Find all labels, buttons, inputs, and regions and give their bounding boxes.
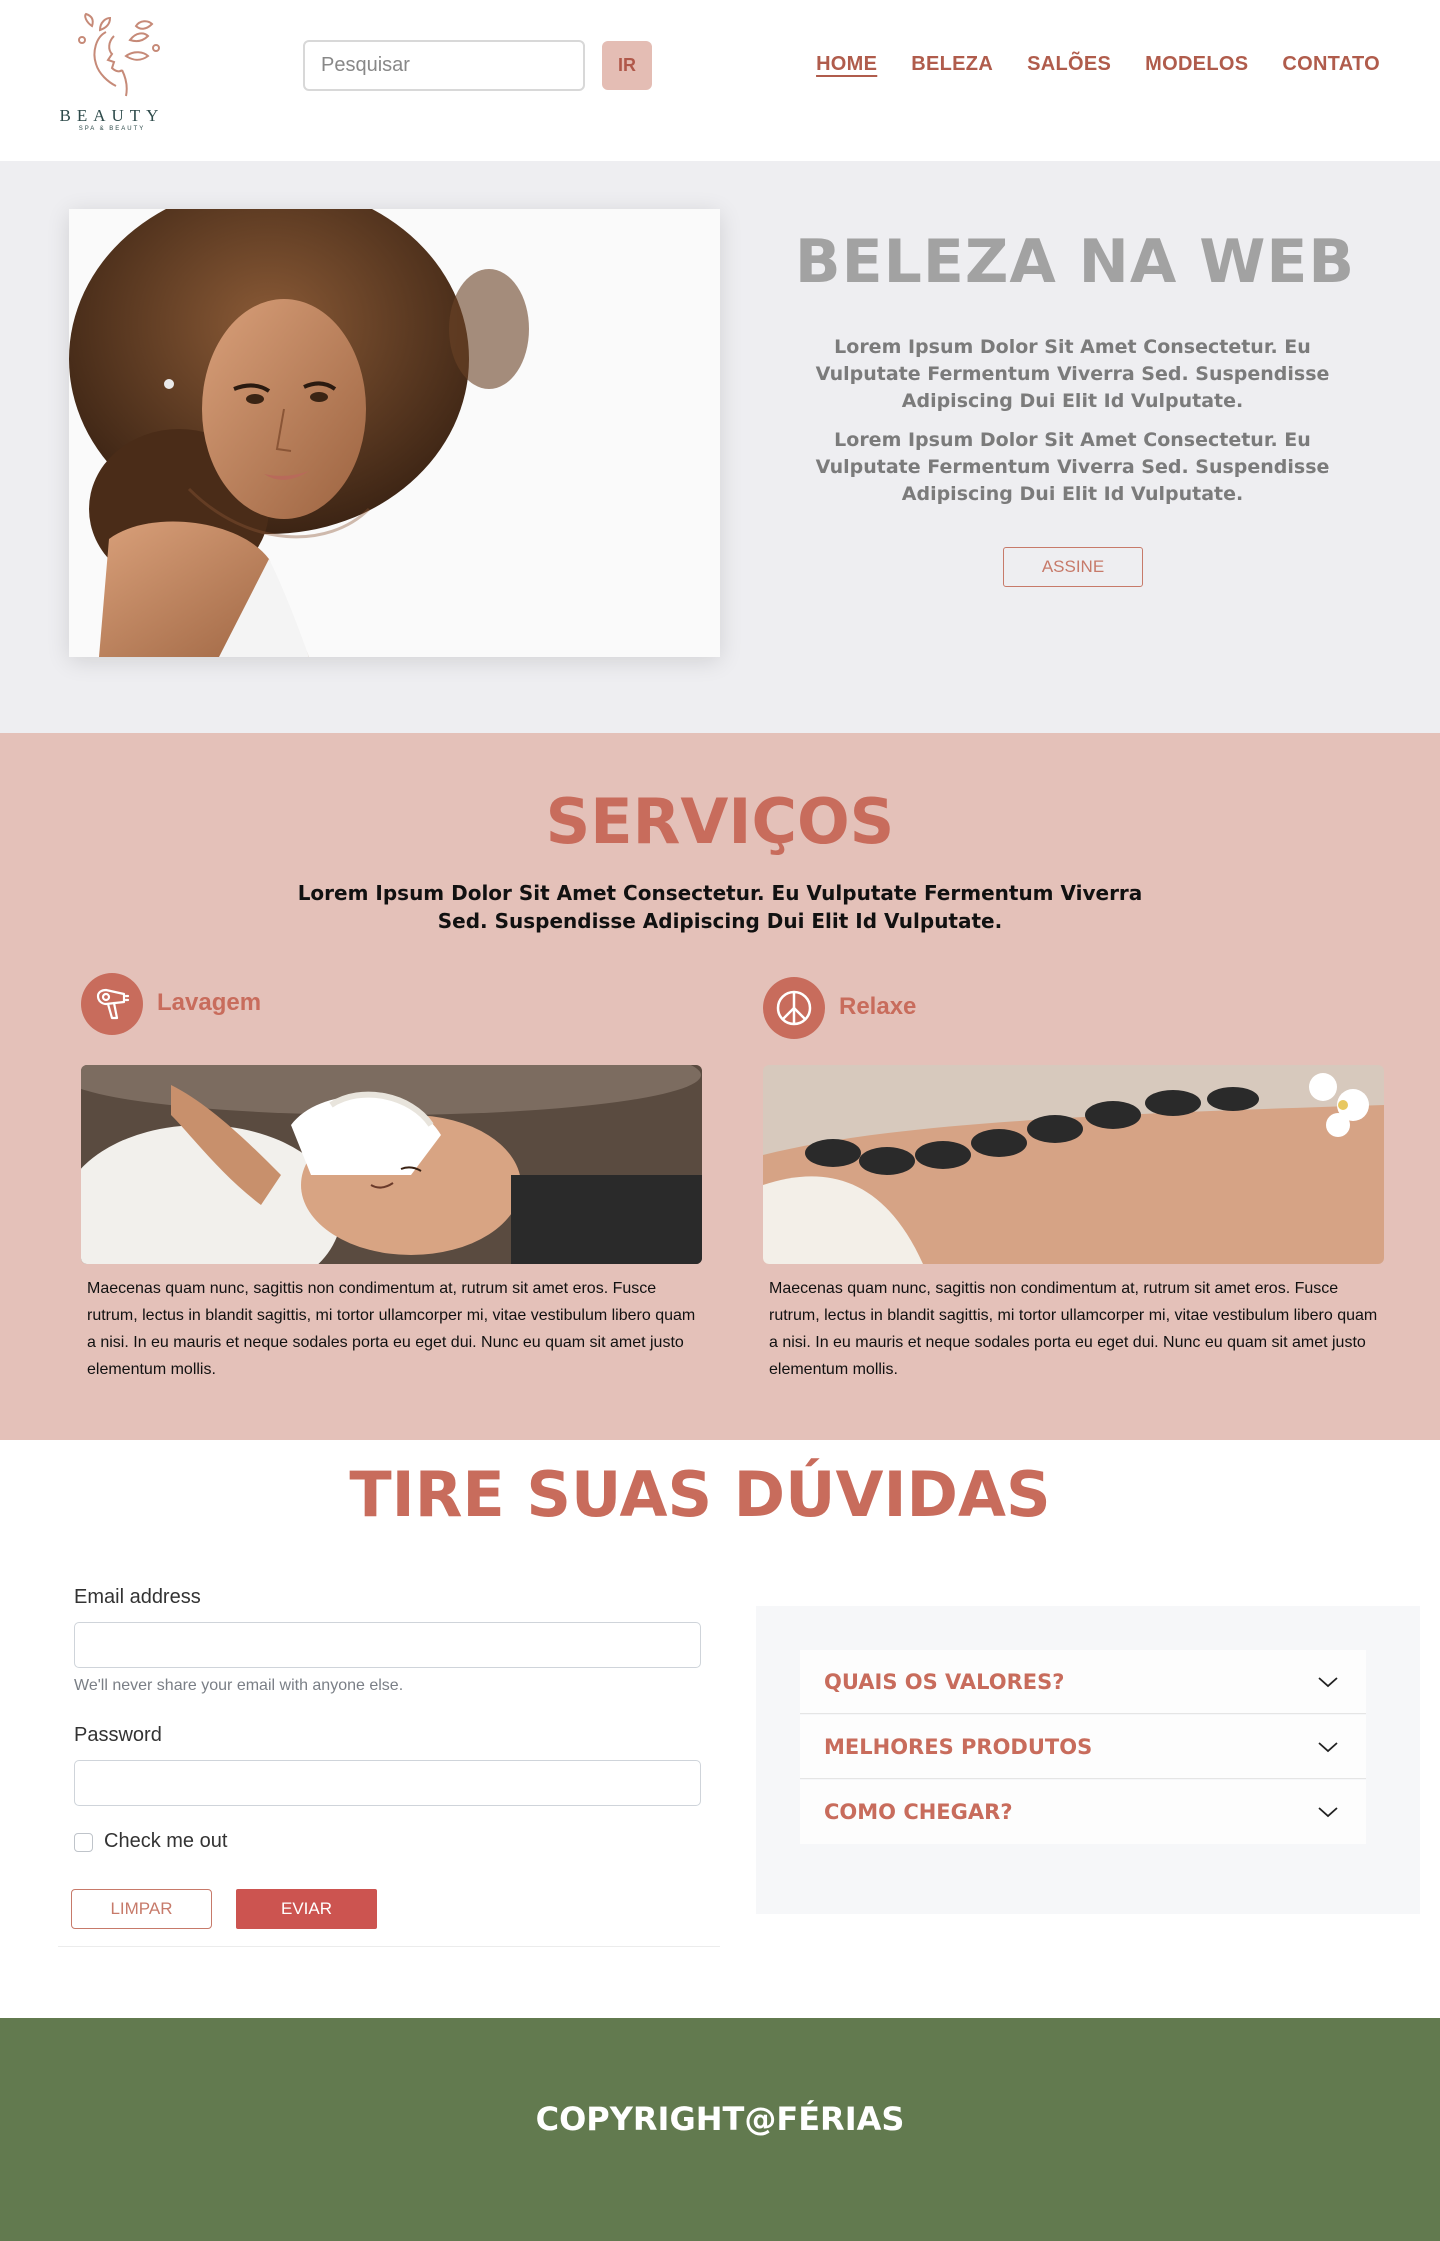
service-image-relaxe: [763, 1065, 1384, 1264]
check-me-out-checkbox[interactable]: [74, 1833, 93, 1852]
hero-paragraph: Lorem Ipsum Dolor Sit Amet Consectetur. …: [815, 429, 1330, 505]
email-label: Email address: [74, 1586, 201, 1608]
logo-face-icon: [78, 12, 160, 97]
brand-logo[interactable]: BEAUTY SPA & BEAUTY: [56, 12, 168, 136]
service-label: Relaxe: [839, 993, 917, 1020]
faq-accordion: QUAIS OS VALORES? MELHORES PRODUTOS COMO…: [756, 1606, 1420, 1914]
search-button[interactable]: IR: [602, 41, 652, 90]
services-section: SERVIÇOS Lorem Ipsum Dolor Sit Amet Cons…: [0, 733, 1440, 1440]
accordion-item-produtos[interactable]: MELHORES PRODUTOS: [800, 1715, 1366, 1779]
nav-item-contato[interactable]: CONTATO: [1282, 53, 1380, 76]
services-title: SERVIÇOS: [545, 785, 895, 858]
hero-title: BELEZA NA WEB: [794, 227, 1356, 297]
chevron-down-icon: [1318, 1742, 1338, 1753]
nav-item-modelos[interactable]: MODELOS: [1145, 53, 1248, 76]
search-input[interactable]: [303, 40, 585, 91]
accordion-label: QUAIS OS VALORES?: [824, 1670, 1065, 1694]
service-description: Maecenas quam nunc, sagittis non condime…: [87, 1280, 696, 1378]
clear-button[interactable]: LIMPAR: [71, 1889, 212, 1929]
accordion-item-valores[interactable]: QUAIS OS VALORES?: [800, 1650, 1366, 1714]
password-field[interactable]: [74, 1760, 701, 1806]
accordion-item-chegar[interactable]: COMO CHEGAR?: [800, 1780, 1366, 1844]
subscribe-button[interactable]: ASSINE: [1003, 547, 1143, 587]
nav-item-home[interactable]: HOME: [816, 53, 877, 76]
nav-item-beleza[interactable]: BELEZA: [911, 53, 993, 76]
divider: [58, 1946, 720, 1947]
hero-section: BELEZA NA WEB Lorem Ipsum Dolor Sit Amet…: [0, 161, 1440, 733]
email-field[interactable]: [74, 1622, 701, 1668]
faq-section: TIRE SUAS DÚVIDAS Email address We'll ne…: [0, 1440, 1440, 2018]
service-image-lavagem: [81, 1065, 702, 1264]
hair-dryer-icon: [81, 973, 143, 1035]
accordion-label: MELHORES PRODUTOS: [824, 1735, 1093, 1759]
hero-image: [69, 209, 720, 657]
brand-tagline: SPA & BEAUTY: [78, 126, 146, 132]
chevron-down-icon: [1318, 1677, 1338, 1688]
site-footer: COPYRIGHT@FÉRIAS: [0, 2018, 1440, 2241]
check-me-out-label[interactable]: Check me out: [104, 1830, 227, 1853]
site-header: BEAUTY SPA & BEAUTY IR HOME BELEZA SALÕE…: [0, 0, 1440, 161]
email-hint: We'll never share your email with anyone…: [74, 1677, 404, 1694]
main-nav: HOME BELEZA SALÕES MODELOS CONTATO: [816, 53, 1380, 76]
nav-item-saloes[interactable]: SALÕES: [1027, 53, 1111, 76]
accordion-label: COMO CHEGAR?: [824, 1800, 1013, 1824]
submit-button[interactable]: EVIAR: [236, 1889, 377, 1929]
brand-name: BEAUTY: [59, 106, 165, 125]
service-description: Maecenas quam nunc, sagittis non condime…: [769, 1280, 1378, 1378]
hero-paragraph: Lorem Ipsum Dolor Sit Amet Consectetur. …: [815, 336, 1330, 412]
service-label: Lavagem: [157, 989, 262, 1016]
copyright-text: COPYRIGHT@FÉRIAS: [535, 2100, 905, 2138]
peace-icon: [763, 977, 825, 1039]
faq-title: TIRE SUAS DÚVIDAS: [349, 1458, 1051, 1531]
chevron-down-icon: [1318, 1807, 1338, 1818]
password-label: Password: [74, 1724, 162, 1746]
services-subtitle: Lorem Ipsum Dolor Sit Amet Consectetur. …: [297, 881, 1143, 933]
